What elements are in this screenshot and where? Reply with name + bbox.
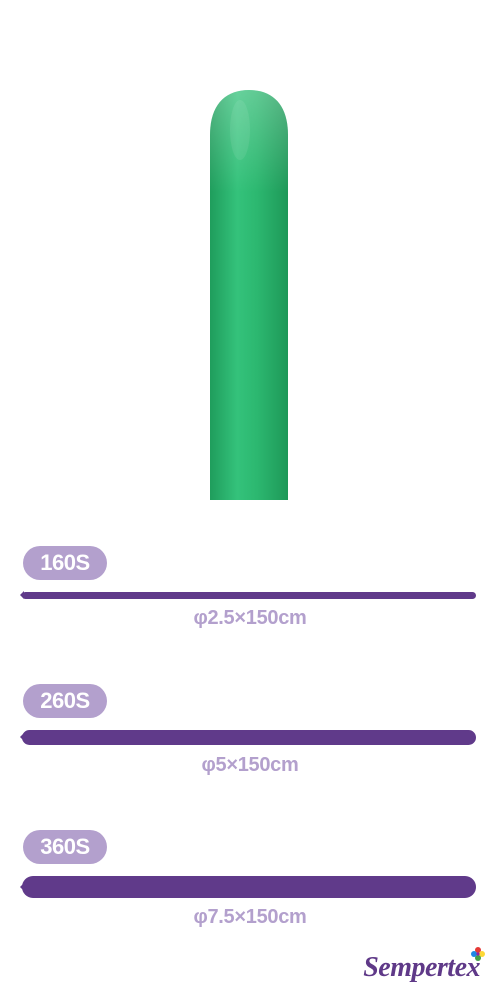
green-balloon-icon <box>210 90 288 500</box>
size-badge: 360S <box>23 830 107 864</box>
balloon-image <box>210 90 288 500</box>
balloon-size-bar <box>22 730 476 745</box>
sempertex-logo: Sempertex <box>326 946 486 990</box>
dimension-label: φ7.5×150cm <box>193 906 307 928</box>
size-badge: 160S <box>23 546 107 580</box>
flower-icon <box>471 947 485 961</box>
knot-icon <box>20 591 24 599</box>
knot-icon <box>20 733 24 741</box>
knot-icon <box>20 883 24 891</box>
dimension-label: φ5×150cm <box>201 754 299 776</box>
logo-wordmark: Sempertex <box>363 952 480 983</box>
size-badge: 260S <box>23 684 107 718</box>
dimension-label: φ2.5×150cm <box>193 607 307 629</box>
balloon-size-bar <box>22 876 476 898</box>
balloon-size-bar <box>22 592 476 599</box>
